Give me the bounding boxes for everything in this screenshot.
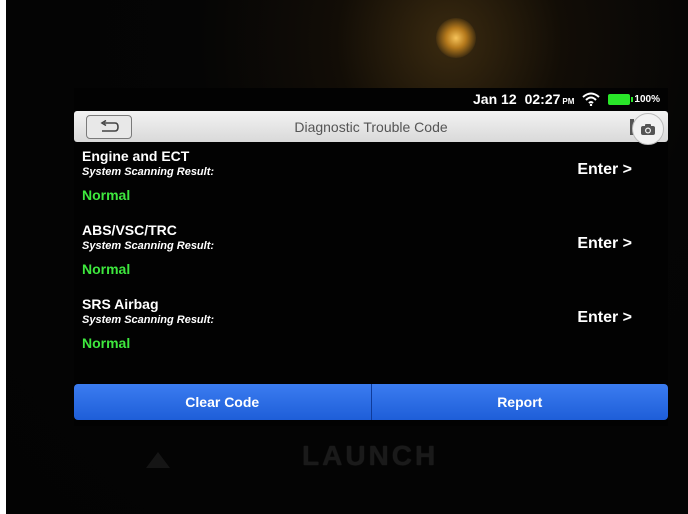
status-date: Jan 12 <box>473 91 517 107</box>
status-time-value: 02:27 <box>524 91 561 107</box>
status-time: 02:27 PM <box>525 91 575 107</box>
device-logo: LAUNCH <box>302 440 439 471</box>
enter-button[interactable]: Enter > <box>577 309 632 327</box>
status-ampm: PM <box>562 97 575 106</box>
system-name: ABS/VSC/TRC <box>82 222 177 238</box>
system-subtitle: System Scanning Result: <box>82 166 215 178</box>
device-photo-background: Jan 12 02:27 PM 100% Diagnostic Trouble … <box>6 0 688 514</box>
enter-button[interactable]: Enter > <box>577 161 632 179</box>
battery-level: 100% <box>634 93 660 105</box>
system-name: Engine and ECT <box>82 148 190 164</box>
battery-icon <box>608 93 634 105</box>
system-name: SRS Airbag <box>82 296 159 312</box>
system-subtitle: System Scanning Result: <box>82 314 215 326</box>
camera-icon <box>641 123 655 135</box>
system-subtitle: System Scanning Result: <box>82 240 215 252</box>
clear-code-button[interactable]: Clear Code <box>74 384 371 420</box>
status-right: Jan 12 02:27 PM 100% <box>473 91 660 107</box>
device-screen: Jan 12 02:27 PM 100% Diagnostic Trouble … <box>74 88 668 426</box>
system-list: Engine and ECT System Scanning Result: N… <box>82 148 642 370</box>
title-bar: Diagnostic Trouble Code <box>74 111 668 145</box>
enter-button[interactable]: Enter > <box>577 235 632 253</box>
list-item: Engine and ECT System Scanning Result: N… <box>82 148 642 222</box>
light-glare <box>436 18 476 58</box>
system-status: Normal <box>82 335 131 351</box>
page-title: Diagnostic Trouble Code <box>294 119 448 135</box>
wifi-icon <box>582 92 601 106</box>
action-bar: Clear Code Report <box>74 384 668 420</box>
system-status: Normal <box>82 187 131 203</box>
report-button[interactable]: Report <box>371 384 668 420</box>
status-bar: Jan 12 02:27 PM 100% <box>74 88 668 110</box>
system-status: Normal <box>82 261 131 277</box>
screenshot-button[interactable] <box>632 113 664 145</box>
device-triangle-mark <box>146 452 170 468</box>
list-item: SRS Airbag System Scanning Result: Norma… <box>82 296 642 370</box>
list-item: ABS/VSC/TRC System Scanning Result: Norm… <box>82 222 642 296</box>
